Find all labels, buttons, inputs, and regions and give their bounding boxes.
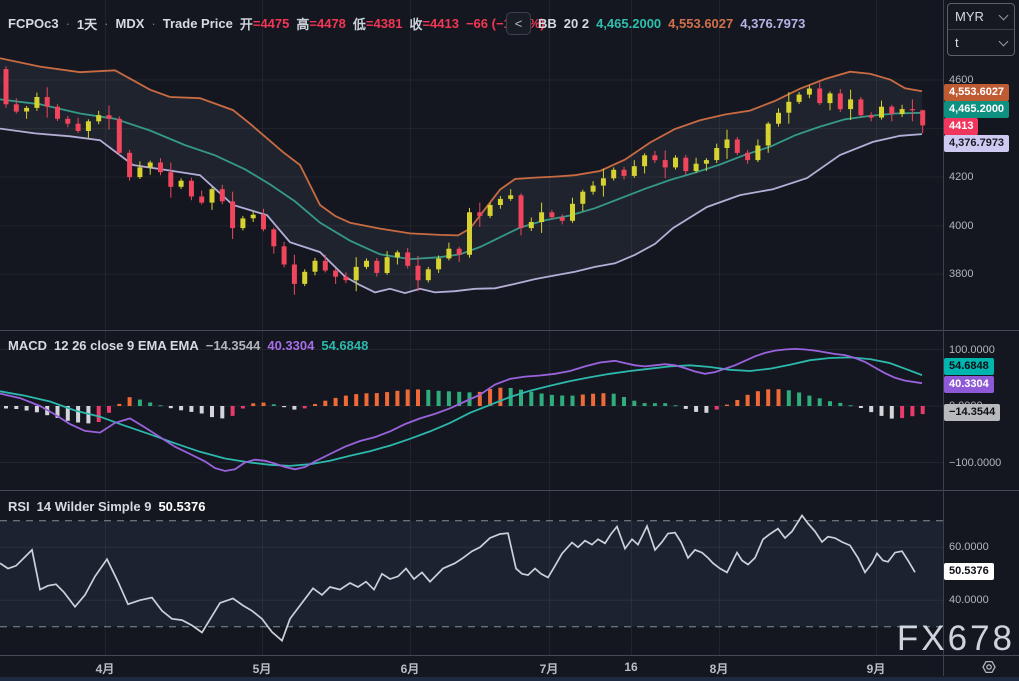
currency-select[interactable]: MYR	[948, 4, 1014, 29]
unit-select[interactable]: t	[948, 30, 1014, 55]
time-axis-label[interactable]: 4月	[96, 660, 115, 677]
time-axis-label[interactable]: 8月	[710, 660, 729, 677]
axis-tick-label: 60.0000	[949, 541, 989, 553]
time-axis-label[interactable]: 5月	[253, 660, 272, 677]
price-axis-divider	[943, 0, 944, 676]
low-value: 4381	[374, 16, 403, 31]
axis-tick-label: 4000	[949, 220, 973, 232]
header-separator: ·	[151, 16, 155, 31]
bb-upper-value: 4,553.6027	[668, 16, 733, 31]
ohlc-low: 低 =4381	[353, 14, 403, 33]
axis-tick-label: 3800	[949, 268, 973, 280]
bb-params: 20 2	[564, 16, 589, 31]
bollinger-header: < BB 20 2 4,465.2000 4,553.6027 4,376.79…	[506, 12, 805, 35]
open-value: 4475	[260, 16, 289, 31]
symbol-name[interactable]: FCPOc3	[8, 16, 59, 31]
rsi-header: RSI 14 Wilder Simple 9 50.5376	[8, 499, 205, 514]
macd-hist-value: −14.3544	[206, 338, 261, 353]
macd-line-badge: 40.3304	[944, 376, 994, 393]
macd-hist-badge: −14.3544	[944, 404, 1000, 421]
price-axis[interactable]: MYR t 4600420040003800100.00000.0000−100…	[944, 0, 1019, 656]
unit-value: t	[955, 35, 959, 50]
symbol-header: FCPOc3 · 1天 · MDX · Trade Price 开 =4475 …	[8, 14, 545, 33]
low-label: 低	[353, 14, 366, 33]
axis-tick-label: 40.0000	[949, 594, 989, 606]
chevron-down-icon	[999, 10, 1009, 20]
macd-signal-badge: 54.6848	[944, 358, 994, 375]
axis-tick-label: 4200	[949, 171, 973, 183]
currency-unit-selector: MYR t	[947, 3, 1015, 56]
bb-basis-value: 4,465.2000	[596, 16, 661, 31]
price-type-label: Trade Price	[163, 16, 233, 31]
macd-title[interactable]: MACD	[8, 338, 47, 353]
time-axis-label[interactable]: 16	[624, 660, 637, 674]
high-value: 4478	[317, 16, 346, 31]
price-upper-band-badge: 4,553.6027	[944, 84, 1009, 101]
pane-divider[interactable]	[0, 490, 1019, 491]
currency-value: MYR	[955, 9, 984, 24]
exchange-label: MDX	[116, 16, 145, 31]
pane-divider[interactable]	[0, 330, 1019, 331]
last-price-badge: 4413	[944, 118, 978, 135]
macd-line	[0, 349, 922, 471]
collapse-indicators-button[interactable]: <	[506, 12, 531, 35]
interval-label[interactable]: 1天	[77, 14, 97, 33]
chevron-down-icon	[999, 36, 1009, 46]
ohlc-close: 收 =4413	[409, 14, 459, 33]
rsi-title[interactable]: RSI	[8, 499, 30, 514]
time-axis[interactable]: 4月 5月 6月 7月 16 8月 9月	[0, 656, 1019, 677]
close-value: 4413	[430, 16, 459, 31]
ohlc-high: 高 =4478	[296, 14, 346, 33]
time-axis-label[interactable]: 7月	[540, 660, 559, 677]
bb-lower-value: 4,376.7973	[740, 16, 805, 31]
axis-tick-label: −100.0000	[949, 457, 1001, 469]
settings-icon[interactable]	[981, 659, 997, 678]
macd-signal-line	[0, 357, 922, 466]
macd-params: 12 26 close 9 EMA EMA	[54, 338, 199, 353]
rsi-params: 14 Wilder Simple 9	[37, 499, 152, 514]
header-separator: ·	[66, 16, 70, 31]
close-label: 收	[409, 14, 422, 33]
macd-line-value: 40.3304	[267, 338, 314, 353]
axis-tick-label: 100.0000	[949, 344, 995, 356]
price-lower-band-badge: 4,376.7973	[944, 135, 1009, 152]
header-separator: ·	[104, 16, 108, 31]
bottom-strip	[0, 677, 1019, 681]
ohlc-open: 开 =4475	[240, 14, 290, 33]
rsi-value: 50.5376	[158, 499, 205, 514]
trading-chart-app: FCPOc3 · 1天 · MDX · Trade Price 开 =4475 …	[0, 0, 1019, 681]
open-label: 开	[240, 14, 253, 33]
time-axis-divider	[0, 655, 1019, 656]
macd-header: MACD 12 26 close 9 EMA EMA −14.3544 40.3…	[8, 338, 368, 353]
time-axis-label[interactable]: 6月	[401, 660, 420, 677]
high-label: 高	[296, 14, 309, 33]
bb-title[interactable]: BB	[538, 16, 557, 31]
price-basis-badge: 4,465.2000	[944, 101, 1009, 118]
chart-plot-area[interactable]	[0, 0, 943, 656]
rsi-band	[0, 521, 943, 627]
time-axis-label[interactable]: 9月	[867, 660, 886, 677]
rsi-value-badge: 50.5376	[944, 563, 994, 580]
macd-signal-value: 54.6848	[321, 338, 368, 353]
